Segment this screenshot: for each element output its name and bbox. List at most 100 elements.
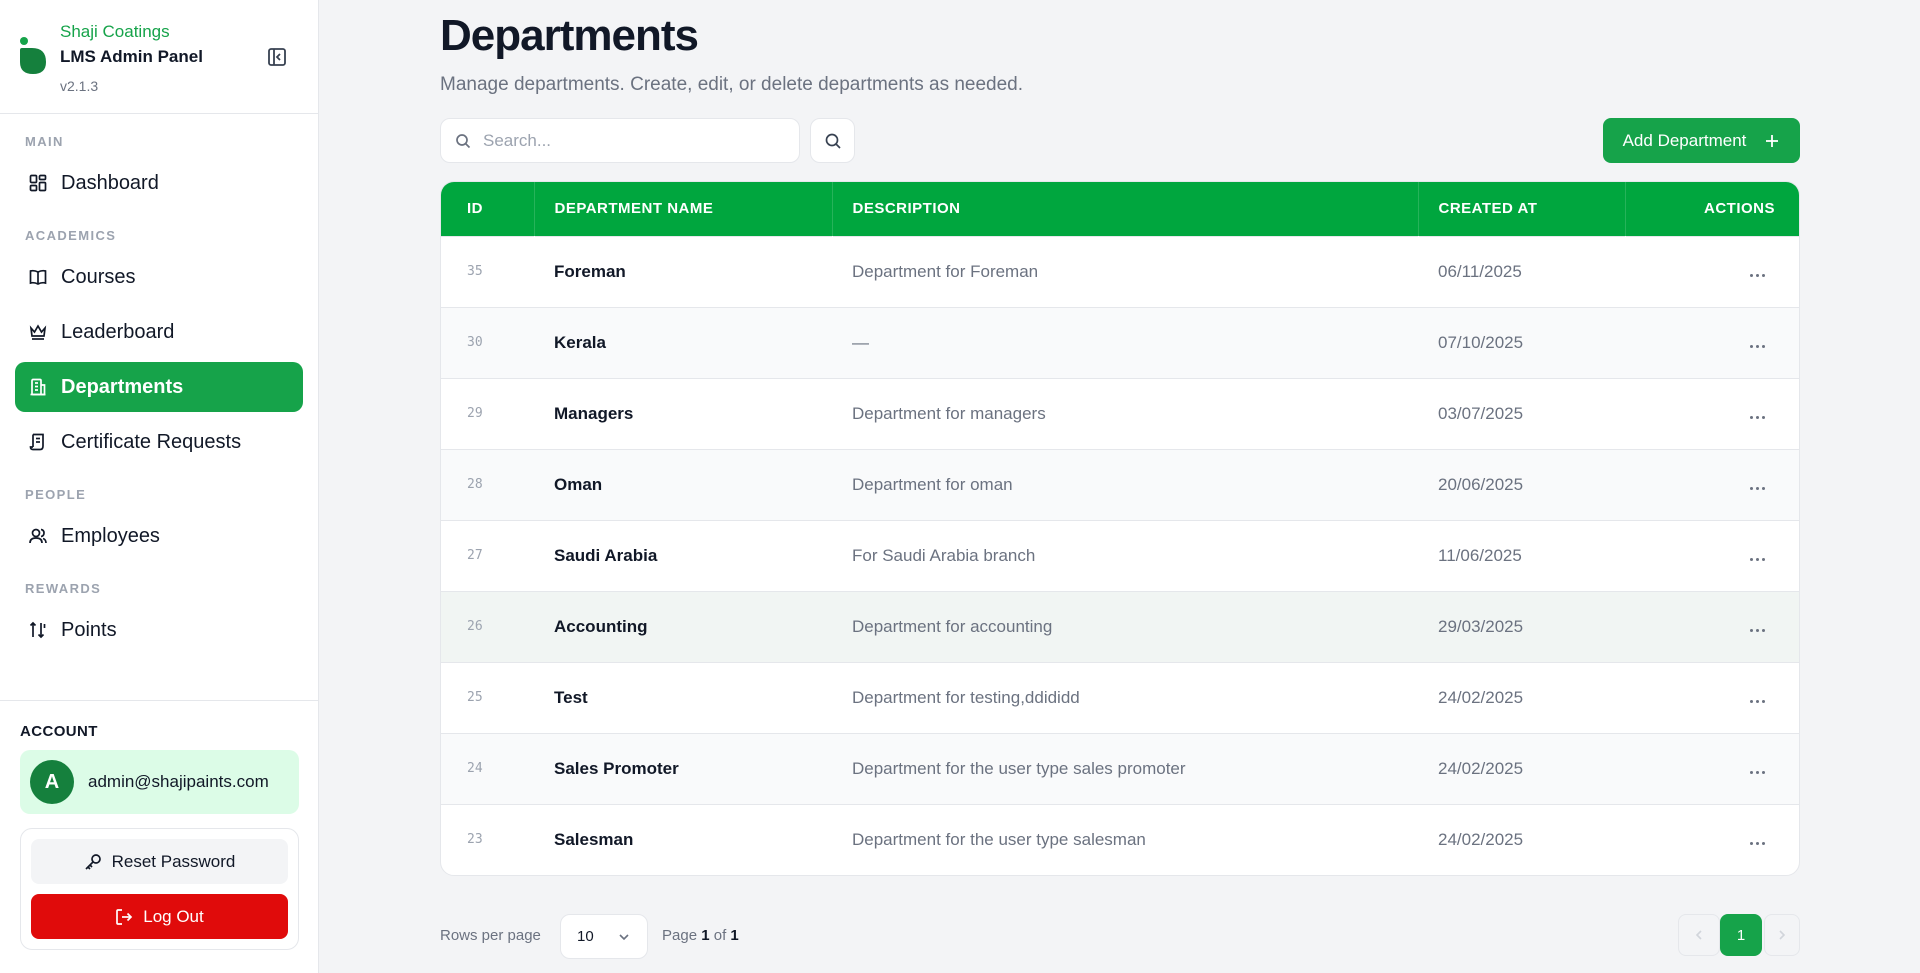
more-actions-icon[interactable] [1750,841,1765,845]
reset-password-button[interactable]: Reset Password [31,839,288,884]
more-actions-icon[interactable] [1750,557,1765,561]
dashboard-grid-icon [29,174,47,192]
cell-description: Department for testing,ddididd [852,687,1080,707]
column-header-created-at[interactable]: CREATED AT [1418,182,1626,236]
cell-actions [1625,804,1799,875]
cell-id: 23 [467,832,483,848]
logout-icon [116,908,133,925]
column-header-description[interactable]: DESCRIPTION [832,182,1419,236]
more-actions-icon[interactable] [1750,415,1765,419]
cell-created-at: 06/11/2025 [1438,261,1522,281]
sidebar-item-departments[interactable]: Departments [15,362,303,412]
more-actions-icon[interactable] [1750,273,1765,277]
cell-id: 30 [467,335,483,350]
brand-company: Shaji Coatings [60,22,170,41]
rows-per-page-value: 10 [577,928,594,945]
page-button-current[interactable]: 1 [1720,914,1762,956]
cell-name: Oman [554,474,603,494]
more-actions-icon[interactable] [1750,344,1765,348]
more-actions-icon[interactable] [1750,486,1765,490]
cell-description: Department for managers [852,403,1046,423]
building-icon [29,378,47,396]
sidebar-item-label: Dashboard [61,171,159,194]
sidebar-item-label: Leaderboard [61,320,175,343]
sidebar-item-label: Certificate Requests [61,430,242,453]
cell-actions [1625,662,1799,733]
toolbar: Add Department [440,118,1800,163]
search-button[interactable] [810,118,855,163]
cell-name: Kerala [554,332,606,352]
account-email: admin@shajipaints.com [88,772,269,791]
more-actions-icon[interactable] [1750,770,1765,774]
search-box [440,118,800,163]
cell-description: — [852,332,869,352]
sidebar-item-points[interactable]: Points [15,605,303,655]
add-department-label: Add Department [1622,130,1747,150]
table-row[interactable]: 29 Managers Department for managers 03/0… [441,378,1799,449]
cell-id: 29 [467,406,483,421]
cell-created-at: 03/07/2025 [1438,403,1524,423]
column-header-id[interactable]: ID [441,182,535,236]
cell-created-at: 07/10/2025 [1438,332,1524,352]
cell-actions [1625,591,1799,662]
cell-id: 25 [467,690,483,705]
cell-created-at: 24/02/2025 [1438,829,1524,849]
table-row[interactable]: 23 Salesman Department for the user type… [441,804,1799,875]
cell-actions [1625,449,1799,520]
logout-label: Log Out [143,906,204,926]
users-icon [29,527,47,545]
page-title: Departments [440,11,699,60]
table-row[interactable]: 25 Test Department for testing,ddididd 2… [441,662,1799,733]
scroll-icon [29,433,47,451]
more-actions-icon[interactable] [1750,699,1765,703]
table-row[interactable]: 26 Accounting Department for accounting … [441,591,1799,662]
page-info: Page 1 of 1 [662,927,739,944]
sidebar-collapse-button[interactable] [266,46,288,68]
key-icon [85,853,101,870]
main-content: Departments Manage departments. Create, … [440,0,1800,959]
table-row[interactable]: 27 Saudi Arabia For Saudi Arabia branch … [441,520,1799,591]
sidebar-item-dashboard[interactable]: Dashboard [15,158,303,208]
cell-name: Salesman [554,829,634,849]
cell-id: 24 [467,761,483,776]
account-actions: Reset Password Log Out [20,828,299,950]
rows-per-page-select[interactable]: 10 [560,914,648,959]
sidebar-nav: MAIN Dashboard ACADEMICS Courses Leaderb… [0,114,318,655]
cell-description: Department for accounting [852,616,1053,636]
crown-icon [29,323,47,341]
sidebar-item-leaderboard[interactable]: Leaderboard [15,307,303,357]
departments-table: ID DEPARTMENT NAME DESCRIPTION CREATED A… [440,181,1800,876]
previous-page-button[interactable] [1678,914,1720,956]
table-row[interactable]: 35 Foreman Department for Foreman 06/11/… [441,236,1799,307]
page-total-number: 1 [730,927,739,944]
page-current-number: 1 [701,927,710,944]
search-icon [825,133,841,149]
sidebar-item-courses[interactable]: Courses [15,252,303,302]
search-input[interactable] [483,130,773,151]
chevron-down-icon [619,933,629,940]
table-row[interactable]: 24 Sales Promoter Department for the use… [441,733,1799,804]
page-subtitle: Manage departments. Create, edit, or del… [440,74,1024,95]
search-icon [456,133,471,148]
nav-section-main: MAIN [25,134,64,149]
next-page-button[interactable] [1764,914,1800,956]
cell-id: 35 [467,264,483,279]
cell-id: 28 [467,477,483,492]
column-header-name[interactable]: DEPARTMENT NAME [534,182,833,236]
cell-name: Test [554,687,588,707]
sidebar-item-employees[interactable]: Employees [15,511,303,561]
more-actions-icon[interactable] [1750,628,1765,632]
cell-name: Managers [554,403,634,423]
account-heading: ACCOUNT [20,723,98,740]
cell-name: Foreman [554,261,626,281]
add-department-button[interactable]: Add Department [1603,118,1800,163]
table-row[interactable]: 30 Kerala — 07/10/2025 [441,307,1799,378]
sidebar-item-label: Points [61,618,117,641]
reset-password-label: Reset Password [111,851,236,871]
sidebar-item-certificate-requests[interactable]: Certificate Requests [15,417,303,467]
logout-button[interactable]: Log Out [31,894,288,939]
cell-actions [1625,520,1799,591]
table-row[interactable]: 28 Oman Department for oman 20/06/2025 [441,449,1799,520]
rows-per-page-label: Rows per page [440,927,541,944]
brand-logo-icon [20,37,46,74]
